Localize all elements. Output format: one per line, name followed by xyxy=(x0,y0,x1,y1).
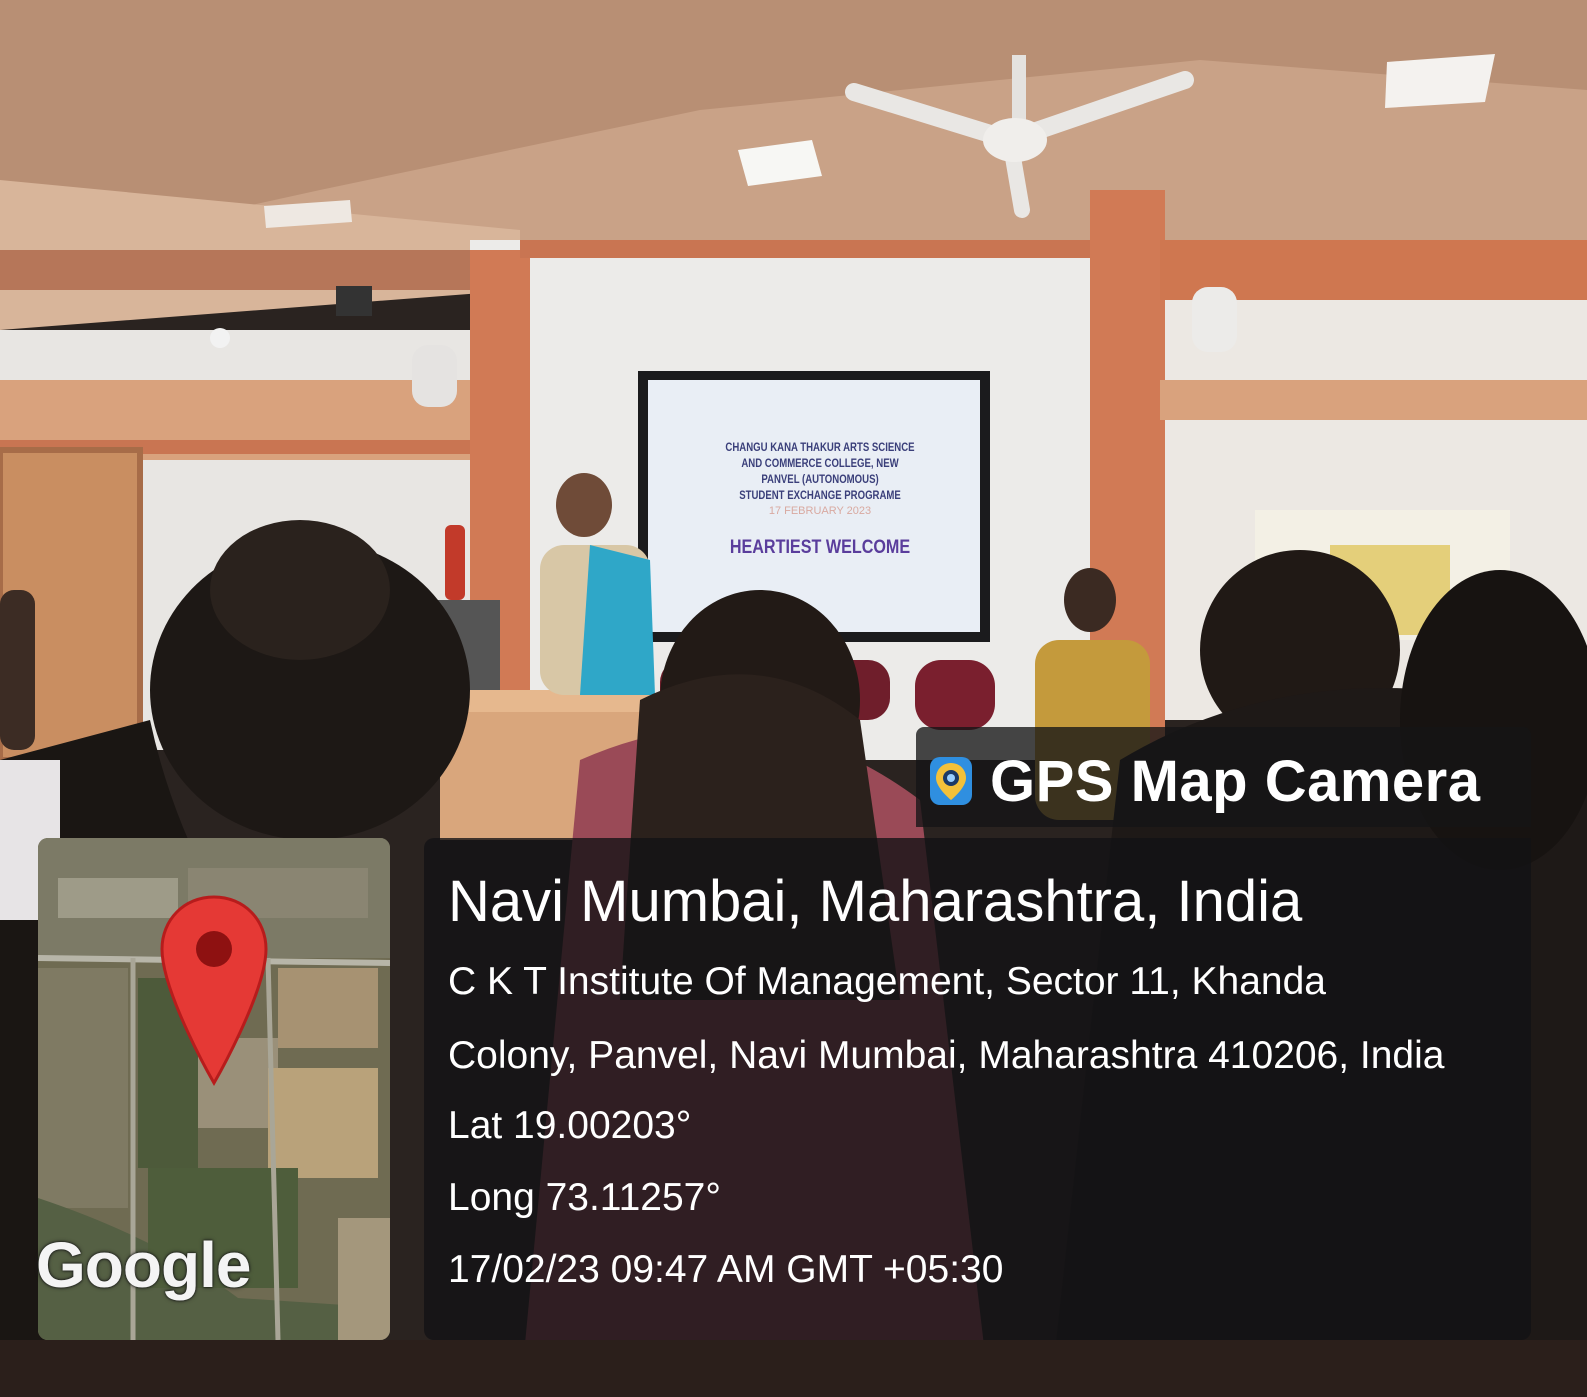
app-name: GPS Map Camera xyxy=(990,749,1481,814)
screen-line-1: CHANGU KANA THAKUR ARTS SCIENCE xyxy=(725,440,915,454)
screen-line-2: AND COMMERCE COLLEGE, NEW xyxy=(741,456,899,470)
address-line-1: C K T Institute Of Management, Sector 11… xyxy=(448,960,1326,1003)
screen-welcome: HEARTIEST WELCOME xyxy=(729,537,911,558)
map-pin-icon xyxy=(160,895,268,1086)
address-line-2: Colony, Panvel, Navi Mumbai, Maharashtra… xyxy=(448,1034,1445,1077)
screen-line-4: STUDENT EXCHANGE PROGRAME xyxy=(739,488,901,502)
google-logo: Google xyxy=(36,1229,251,1301)
gps-map-camera-icon xyxy=(930,757,972,805)
latitude: Lat 19.00203° xyxy=(448,1104,692,1147)
longitude: Long 73.11257° xyxy=(448,1176,721,1219)
presentation-screen-text: CHANGU KANA THAKUR ARTS SCIENCE AND COMM… xyxy=(655,385,985,635)
screen-date: 17 FEBRUARY 2023 xyxy=(768,505,872,517)
screen-line-3: PANVEL (AUTONOMOUS) xyxy=(761,472,879,486)
timestamp: 17/02/23 09:47 AM GMT +05:30 xyxy=(448,1248,1004,1291)
location-title: Navi Mumbai, Maharashtra, India xyxy=(448,869,1303,934)
